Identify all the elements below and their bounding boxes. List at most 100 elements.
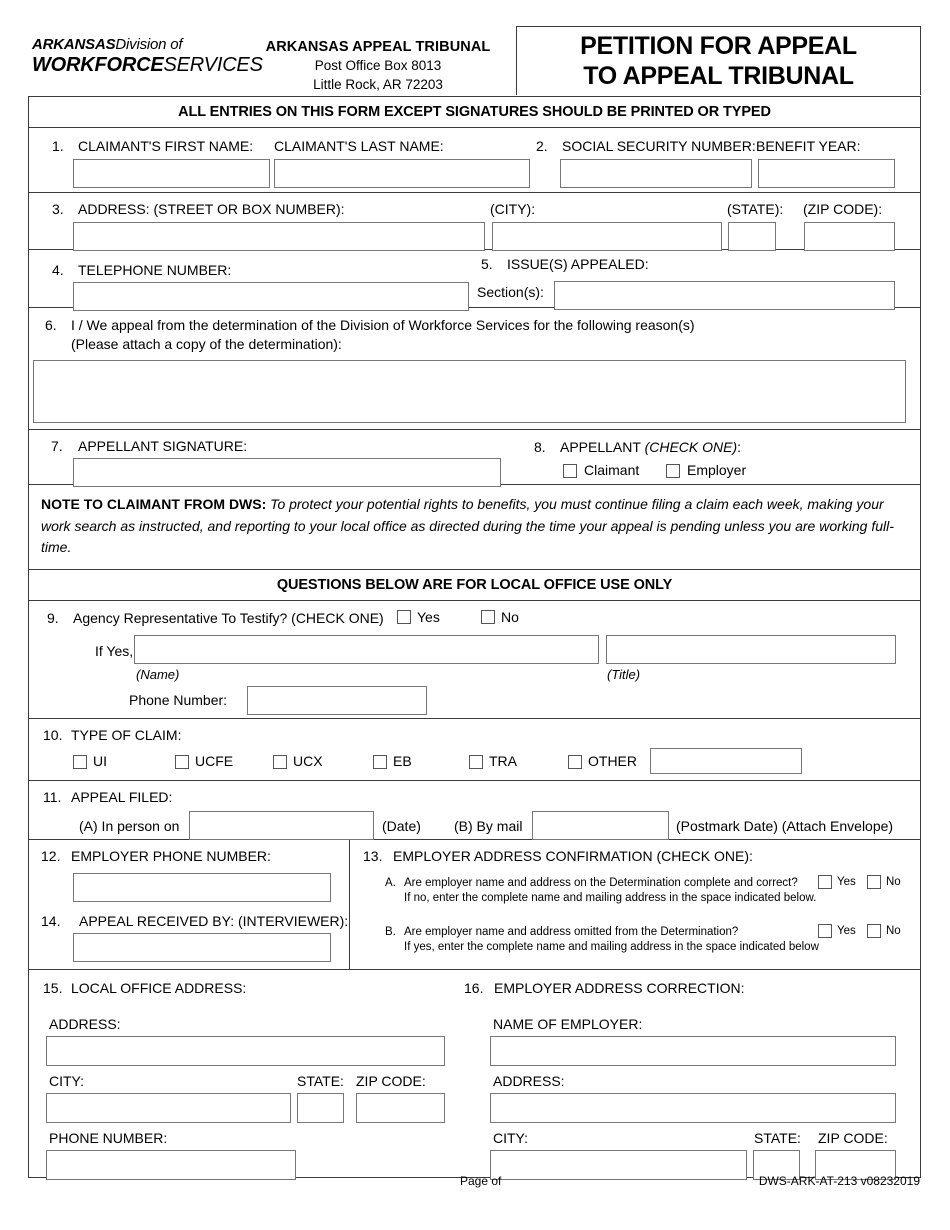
footer-form-code: DWS-ARK-AT-213 v08232019: [758, 1174, 920, 1188]
agency-rep-phone-input[interactable]: [247, 686, 427, 716]
row-item-10: 10. TYPE OF CLAIM: UI UCFE UCX EB TRA OT…: [29, 719, 920, 782]
local-office-state-input[interactable]: [297, 1093, 344, 1124]
appeal-filed-by-mail-label: (B) By mail: [454, 818, 523, 835]
row-item-3: 3. ADDRESS: (STREET OR BOX NUMBER): (CIT…: [29, 193, 920, 251]
employer-name-label: NAME OF EMPLOYER:: [493, 1016, 643, 1033]
employer-correction-address-input[interactable]: [490, 1093, 896, 1124]
sections-input[interactable]: [554, 281, 895, 310]
benefit-year-label: BENEFIT YEAR:: [756, 138, 861, 154]
claim-type-other-input[interactable]: [650, 748, 802, 775]
claim-type-ui-checkbox[interactable]: [73, 755, 87, 770]
item-1-number: 1.: [52, 138, 64, 154]
claim-type-other-label: OTHER: [588, 753, 637, 770]
address-input[interactable]: [73, 222, 485, 251]
appellant-signature-input[interactable]: [73, 458, 501, 487]
appellant-employer-checkbox[interactable]: [666, 464, 680, 478]
logo-arkansas-text: ARKANSAS: [32, 36, 116, 53]
first-name-label: CLAIMANT'S FIRST NAME:: [78, 138, 254, 154]
state-input[interactable]: [728, 222, 776, 251]
employer-phone-input[interactable]: [73, 873, 331, 903]
item-13a-yes-checkbox[interactable]: [818, 875, 832, 890]
logo-workforce-text: WORKFORCE: [32, 53, 164, 76]
appeal-filed-label: APPEAL FILED:: [71, 789, 173, 806]
appeal-received-by-input[interactable]: [73, 933, 331, 963]
appeal-filed-postmark-input[interactable]: [532, 811, 669, 841]
item-13b-line-1: Are employer name and address omitted fr…: [404, 926, 739, 939]
claim-type-ui-label: UI: [93, 753, 107, 770]
employer-correction-zip-label: ZIP CODE:: [818, 1130, 888, 1147]
employer-correction-city-input[interactable]: [490, 1150, 747, 1181]
appeal-filed-in-person-label: (A) In person on: [79, 818, 180, 835]
row-item-11: 11. APPEAL FILED: (A) In person on (Date…: [29, 781, 920, 841]
last-name-input[interactable]: [274, 159, 530, 188]
employer-phone-label: EMPLOYER PHONE NUMBER:: [71, 848, 271, 865]
item-7-number: 7.: [51, 438, 63, 454]
ssn-label: SOCIAL SECURITY NUMBER:: [562, 138, 756, 154]
benefit-year-input[interactable]: [758, 159, 895, 188]
item-13b-no-label: No: [886, 925, 901, 938]
city-input[interactable]: [492, 222, 722, 251]
claim-type-ucfe-checkbox[interactable]: [175, 755, 189, 770]
item-11-number: 11.: [43, 789, 62, 806]
local-office-city-input[interactable]: [46, 1093, 291, 1124]
item-13a-letter: A.: [385, 877, 396, 890]
last-name-label: CLAIMANT'S LAST NAME:: [274, 138, 444, 154]
first-name-input[interactable]: [73, 159, 270, 188]
agency-rep-yes-checkbox[interactable]: [397, 610, 411, 625]
zip-input[interactable]: [804, 222, 895, 251]
local-office-zip-input[interactable]: [356, 1093, 445, 1124]
local-office-address-label: LOCAL OFFICE ADDRESS:: [71, 980, 247, 997]
employer-correction-state-label: STATE:: [754, 1130, 801, 1147]
local-office-address-input[interactable]: [46, 1036, 445, 1067]
row-note-to-claimant: NOTE TO CLAIMANT FROM DWS: To protect yo…: [29, 485, 920, 571]
agency-city-state-zip: Little Rock, AR 72203: [313, 76, 443, 92]
appellant-label-colon: :: [737, 439, 742, 455]
ssn-input[interactable]: [560, 159, 752, 188]
agency-rep-no-checkbox[interactable]: [481, 610, 495, 625]
local-office-state-label: STATE:: [297, 1073, 344, 1090]
appeal-filed-date-input[interactable]: [189, 811, 374, 841]
agency-rep-name-input[interactable]: [134, 635, 599, 665]
employer-name-input[interactable]: [490, 1036, 896, 1067]
agency-logo: ARKANSASDivision of WORKFORCESERVICES: [32, 36, 263, 77]
item-13b-yes-label: Yes: [837, 925, 856, 938]
telephone-input[interactable]: [73, 282, 469, 311]
claim-type-eb-checkbox[interactable]: [373, 755, 387, 770]
item-8-number: 8.: [534, 439, 546, 455]
appellant-check-one-text: (CHECK ONE): [644, 439, 738, 455]
appellant-employer-label: Employer: [687, 462, 747, 478]
item-13b-no-checkbox[interactable]: [867, 924, 881, 939]
state-label: (STATE):: [727, 201, 784, 217]
appellant-claimant-checkbox[interactable]: [563, 464, 577, 478]
item-13b-yes-checkbox[interactable]: [818, 924, 832, 939]
banner-local-office-only: QUESTIONS BELOW ARE FOR LOCAL OFFICE USE…: [29, 570, 920, 602]
item-13a-line-2: If no, enter the complete name and maili…: [404, 892, 817, 905]
employer-correction-city-label: CITY:: [493, 1130, 529, 1147]
local-office-phone-input[interactable]: [46, 1150, 296, 1181]
name-caption: (Name): [136, 667, 180, 683]
agency-rep-question: Agency Representative To Testify? (CHECK…: [73, 610, 384, 627]
appellant-claimant-label: Claimant: [584, 462, 640, 478]
item-10-number: 10.: [43, 727, 63, 744]
logo-division-of-text: Division of: [115, 36, 183, 53]
claim-type-tra-checkbox[interactable]: [469, 755, 483, 770]
local-office-address-field-label: ADDRESS:: [49, 1016, 121, 1033]
item-4-number: 4.: [52, 262, 64, 278]
address-label: ADDRESS: (STREET OR BOX NUMBER):: [78, 201, 345, 217]
claim-type-ucx-checkbox[interactable]: [273, 755, 287, 770]
agency-rep-no-label: No: [501, 609, 519, 626]
appeal-filed-postmark-caption: (Postmark Date) (Attach Envelope): [676, 818, 894, 835]
row-item-9: 9. Agency Representative To Testify? (CH…: [29, 601, 920, 720]
form-page: ARKANSASDivision of WORKFORCESERVICES AR…: [0, 0, 950, 1230]
appellant-signature-label: APPELLANT SIGNATURE:: [78, 438, 248, 454]
zip-label: (ZIP CODE):: [803, 201, 883, 217]
local-office-phone-label: PHONE NUMBER:: [49, 1130, 168, 1147]
agency-rep-title-input[interactable]: [606, 635, 896, 665]
appellant-label-text: APPELLANT: [560, 439, 645, 455]
item-13a-no-checkbox[interactable]: [867, 875, 881, 890]
row-item-1-2: 1. CLAIMANT'S FIRST NAME: CLAIMANT'S LAS…: [29, 128, 920, 193]
appeal-filed-date-caption: (Date): [382, 818, 421, 835]
row-item-4-5: 4. TELEPHONE NUMBER: 5. ISSUE(S) APPEALE…: [29, 250, 920, 311]
appeal-reason-textarea[interactable]: [33, 360, 906, 423]
claim-type-other-checkbox[interactable]: [568, 755, 582, 770]
